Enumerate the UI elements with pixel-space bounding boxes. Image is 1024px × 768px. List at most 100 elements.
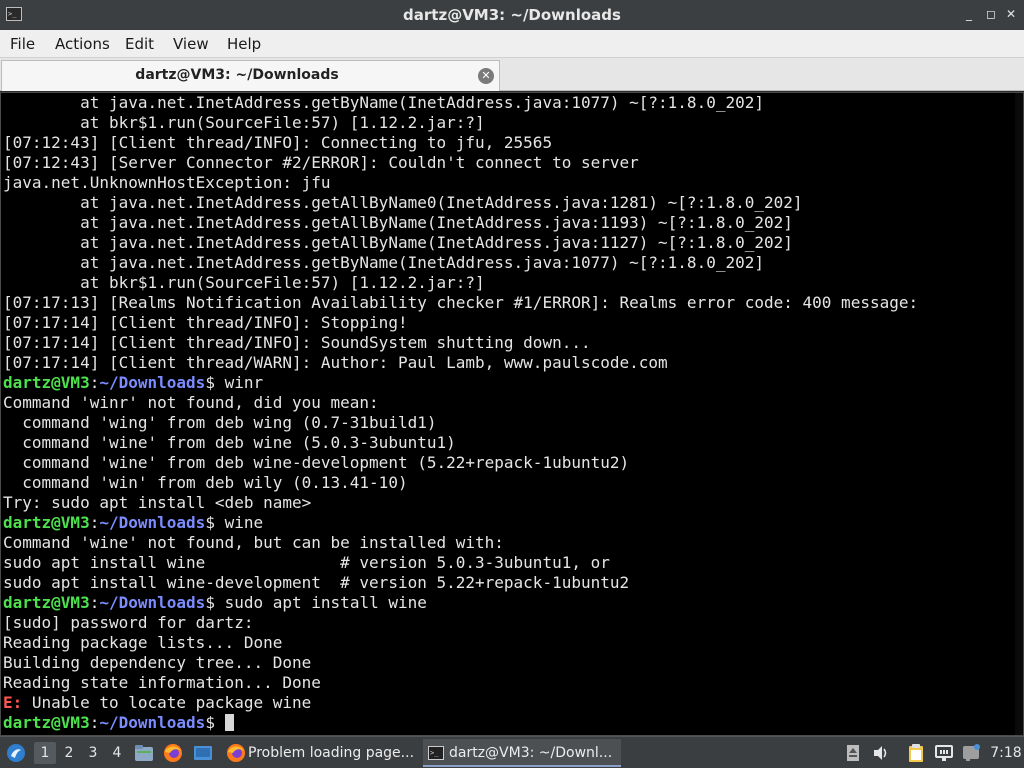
prompt-separator: : [89, 373, 100, 392]
clipboard-icon[interactable] [908, 743, 924, 763]
terminal-line-text: at bkr$1.run(SourceFile:57) [1.12.2.jar:… [3, 273, 485, 292]
terminal-line-text: Reading package lists... Done [3, 633, 283, 652]
terminal-line-text: [07:17:14] [Client thread/INFO]: SoundSy… [3, 333, 591, 352]
window-title: dartz@VM3: ~/Downloads [403, 6, 621, 24]
task-label-firefox: Problem loading page... [248, 745, 415, 761]
tab-bar: dartz@VM3: ~/Downloads ✕ [0, 58, 1024, 91]
terminal-line-text: at bkr$1.run(SourceFile:57) [1.12.2.jar:… [3, 113, 485, 132]
prompt-user: dartz@VM3 [3, 513, 90, 532]
terminal-prompt-line: dartz@VM3:~/Downloads$ [3, 713, 1015, 733]
terminal-line: at java.net.InetAddress.getAllByName(Ine… [3, 213, 1015, 233]
terminal-line: [sudo] password for dartz: [3, 613, 1015, 633]
terminal-cursor[interactable] [224, 714, 234, 731]
terminal-line-text: sudo apt install wine # version 5.0.3-3u… [3, 553, 610, 572]
prompt-command: wine [214, 513, 264, 532]
task-terminal-window[interactable]: >_ dartz@VM3: ~/Downl... [423, 739, 621, 767]
task-firefox-window[interactable]: Problem loading page... [222, 739, 420, 767]
clock[interactable]: 7:18 [989, 737, 1023, 768]
terminal-line-text: at java.net.InetAddress.getAllByName(Ine… [3, 213, 793, 232]
menu-view[interactable]: View [173, 35, 209, 53]
prompt-symbol: $ [205, 513, 215, 532]
terminal-line: [07:17:14] [Client thread/INFO]: SoundSy… [3, 333, 1015, 353]
terminal-line: Reading state information... Done [3, 673, 1015, 693]
prompt-path: ~/Downloads [99, 373, 206, 392]
terminal-line-text: [07:17:14] [Client thread/WARN]: Author:… [3, 353, 668, 372]
terminal-line-text: [sudo] password for dartz: [3, 613, 254, 632]
network-wired-icon[interactable] [934, 744, 954, 762]
terminal-line: at java.net.InetAddress.getAllByName0(In… [3, 193, 1015, 213]
prompt-user: dartz@VM3 [3, 713, 90, 732]
window-titlebar[interactable]: >_ dartz@VM3: ~/Downloads _ ◻ ✕ [0, 0, 1024, 30]
prompt-symbol: $ [205, 373, 215, 392]
terminal-lines: at java.net.InetAddress.getByName(InetAd… [3, 93, 1015, 733]
terminal-line: [07:12:43] [Server Connector #2/ERROR]: … [3, 153, 1015, 173]
terminal-prompt-line: dartz@VM3:~/Downloads$ winr [3, 373, 1015, 393]
terminal-line-text: [07:12:43] [Server Connector #2/ERROR]: … [3, 153, 639, 172]
terminal-line: Command 'wine' not found, but can be ins… [3, 533, 1015, 553]
terminal-line: sudo apt install wine-development # vers… [3, 573, 1015, 593]
minimize-button[interactable]: _ [962, 6, 976, 22]
close-button[interactable]: ✕ [1004, 6, 1018, 22]
terminal-line: command 'wing' from deb wing (0.7-31buil… [3, 413, 1015, 433]
terminal-line-text: command 'wine' from deb wine (5.0.3-3ubu… [3, 433, 456, 452]
terminal-line: command 'wine' from deb wine-development… [3, 453, 1015, 473]
terminal-line: at java.net.InetAddress.getAllByName(Ine… [3, 233, 1015, 253]
terminal-line: java.net.UnknownHostException: jfu [3, 173, 1015, 193]
workspace-1[interactable]: 1 [34, 742, 56, 764]
menu-help[interactable]: Help [227, 35, 261, 53]
terminal-line-text: command 'wine' from deb wine-development… [3, 453, 630, 472]
firefox-icon[interactable] [163, 743, 183, 763]
prompt-separator: : [89, 593, 100, 612]
terminal-line: [07:12:43] [Client thread/INFO]: Connect… [3, 133, 1015, 153]
update-notifier-icon[interactable] [846, 744, 860, 762]
start-menu-icon[interactable] [6, 743, 26, 763]
prompt-separator: : [89, 513, 100, 532]
terminal-line-text: Unable to locate package wine [22, 693, 312, 712]
terminal-line-text: [07:17:13] [Realms Notification Availabi… [3, 293, 919, 312]
task-label-terminal: dartz@VM3: ~/Downl... [449, 745, 613, 761]
volume-icon[interactable] [872, 744, 890, 762]
terminal-output[interactable]: at java.net.InetAddress.getByName(InetAd… [0, 92, 1024, 736]
menu-actions[interactable]: Actions [55, 35, 110, 53]
prompt-command [215, 713, 225, 732]
terminal-task-icon: >_ [428, 746, 444, 760]
terminal-line: at bkr$1.run(SourceFile:57) [1.12.2.jar:… [3, 113, 1015, 133]
terminal-line: at java.net.InetAddress.getByName(InetAd… [3, 253, 1015, 273]
menu-edit[interactable]: Edit [125, 35, 154, 53]
tab-close-icon[interactable]: ✕ [478, 68, 494, 84]
error-prefix: E: [3, 693, 23, 712]
terminal-line-text: at java.net.InetAddress.getByName(InetAd… [3, 93, 764, 112]
maximize-button[interactable]: ◻ [984, 6, 998, 22]
notifications-icon[interactable] [961, 743, 981, 763]
workspace-2[interactable]: 2 [58, 742, 80, 764]
prompt-symbol: $ [205, 713, 215, 732]
workspace-4[interactable]: 4 [106, 742, 128, 764]
terminal-line-text: Reading state information... Done [3, 673, 321, 692]
terminal-line-text: at java.net.InetAddress.getAllByName0(In… [3, 193, 803, 212]
terminal-line-text: sudo apt install wine-development # vers… [3, 573, 630, 592]
terminal-prompt-line: dartz@VM3:~/Downloads$ wine [3, 513, 1015, 533]
terminal-line-text: command 'wing' from deb wing (0.7-31buil… [3, 413, 437, 432]
terminal-line-text: Building dependency tree... Done [3, 653, 312, 672]
prompt-path: ~/Downloads [99, 713, 206, 732]
terminal-line-text: Command 'wine' not found, but can be ins… [3, 533, 504, 552]
terminal-scrollbar[interactable] [1015, 93, 1023, 735]
file-manager-icon[interactable] [134, 744, 154, 762]
prompt-separator: : [89, 713, 100, 732]
terminal-line: at bkr$1.run(SourceFile:57) [1.12.2.jar:… [3, 273, 1015, 293]
workspace-3[interactable]: 3 [82, 742, 104, 764]
prompt-path: ~/Downloads [99, 593, 206, 612]
terminal-line: command 'wine' from deb wine (5.0.3-3ubu… [3, 433, 1015, 453]
terminal-line-text: java.net.UnknownHostException: jfu [3, 173, 331, 192]
terminal-line-text: at java.net.InetAddress.getAllByName(Ine… [3, 233, 793, 252]
desktop-icon[interactable] [193, 744, 213, 762]
terminal-line: [07:17:14] [Client thread/INFO]: Stoppin… [3, 313, 1015, 333]
firefox-task-icon [227, 744, 245, 762]
terminal-line-text: Command 'winr' not found, did you mean: [3, 393, 379, 412]
terminal-line: at java.net.InetAddress.getByName(InetAd… [3, 93, 1015, 113]
terminal-line: command 'win' from deb wily (0.13.41-10) [3, 473, 1015, 493]
terminal-line-text: Try: sudo apt install <deb name> [3, 493, 312, 512]
terminal-tab[interactable]: dartz@VM3: ~/Downloads ✕ [1, 60, 500, 91]
prompt-command: sudo apt install wine [214, 593, 427, 612]
menu-file[interactable]: File [10, 35, 35, 53]
